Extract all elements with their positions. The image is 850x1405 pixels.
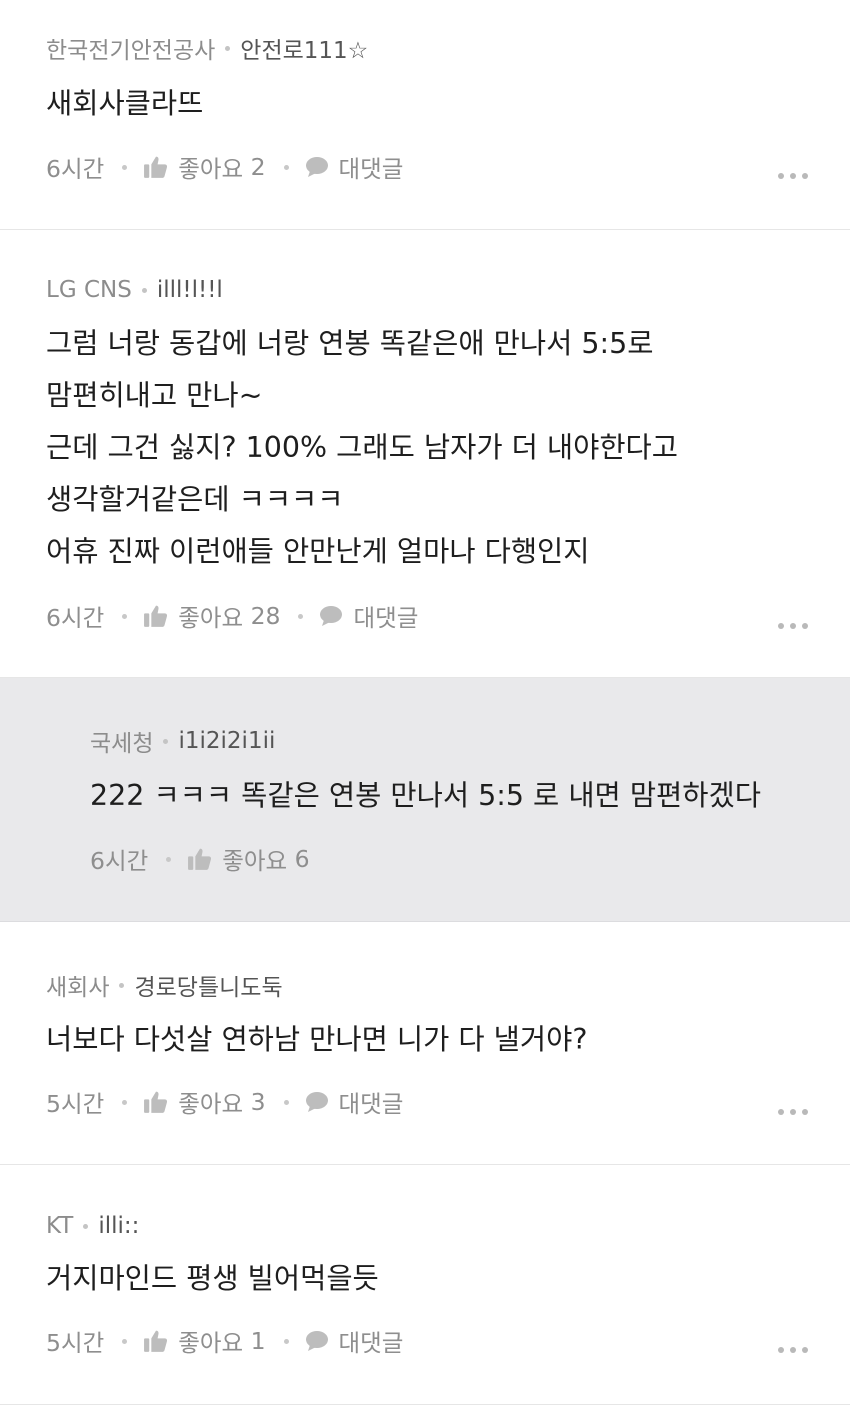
author-nickname[interactable]: illi:: [98, 1213, 139, 1239]
separator-dot [122, 164, 128, 170]
comment-time: 6시간 [46, 604, 105, 632]
more-options-button[interactable] [778, 623, 808, 629]
comment-actions: 6시간 좋아요 28 대댓글 [46, 599, 418, 633]
like-button[interactable]: 좋아요 6 [187, 842, 310, 876]
comment-actions: 5시간 좋아요 1 대댓글 [46, 1324, 403, 1358]
like-label: 좋아요 [178, 155, 244, 183]
comment-item: KT illi:: 거지마인드 평생 빌어먹을듯 5시간 좋아요 1 대댓글 [0, 1165, 850, 1405]
comment-line: 근데 그건 싫지? 100% 그래도 남자가 더 내야한다고 [46, 431, 678, 464]
comment-body: 새회사클라뜨 [46, 78, 203, 130]
comment-time: 5시간 [46, 1329, 105, 1357]
author-nickname[interactable]: 경로당틀니도둑 [134, 968, 282, 1002]
like-button[interactable]: 좋아요 28 [143, 599, 280, 633]
comment-line: 너보다 다섯살 연하남 만나면 니가 다 낼거야? [46, 1023, 588, 1056]
reply-label: 대댓글 [338, 155, 404, 183]
more-options-button[interactable] [778, 1347, 808, 1353]
speech-bubble-icon [305, 1092, 328, 1112]
more-options-button[interactable] [778, 1109, 808, 1115]
like-label: 좋아요 [178, 604, 244, 632]
separator-dot [122, 1099, 128, 1105]
comment-actions: 5시간 좋아요 3 대댓글 [46, 1085, 403, 1119]
thumbs-up-icon [144, 605, 168, 627]
comment-item: LG CNS illl!l!!l 그럼 너랑 동갑에 너랑 연봉 똑같은애 만나… [0, 230, 850, 678]
comment-body: 너보다 다섯살 연하남 만나면 니가 다 낼거야? [46, 1014, 587, 1066]
comment-author-line: 한국전기안전공사 안전로111☆ [46, 31, 368, 65]
comment-item: 한국전기안전공사 안전로111☆ 새회사클라뜨 6시간 좋아요 2 대댓글 [0, 0, 850, 230]
like-label: 좋아요 [178, 1329, 244, 1357]
separator-dot [225, 45, 231, 51]
separator-dot [283, 164, 289, 170]
reply-button[interactable]: 대댓글 [319, 599, 418, 633]
author-company[interactable]: 한국전기안전공사 [46, 31, 215, 65]
separator-dot [122, 613, 128, 619]
comment-body: 222 ㅋㅋㅋ 똑같은 연봉 만나서 5:5 로 내면 맘편하겠다 [90, 770, 761, 822]
like-button[interactable]: 좋아요 3 [143, 1085, 266, 1119]
comment-time: 6시간 [46, 155, 105, 183]
thumbs-up-icon [144, 1330, 168, 1352]
speech-bubble-icon [305, 1331, 328, 1351]
comment-time: 6시간 [90, 847, 149, 875]
author-company[interactable]: 국세청 [90, 724, 153, 758]
separator-dot [283, 1338, 289, 1344]
comment-author-line: KT illi:: [46, 1209, 139, 1243]
author-nickname[interactable]: illl!l!!l [157, 277, 223, 303]
comment-line: 생각할거같은데 ㅋㅋㅋㅋ [46, 483, 344, 516]
like-count: 6 [294, 845, 310, 873]
reply-label: 대댓글 [353, 604, 419, 632]
separator-dot [163, 738, 169, 744]
author-company[interactable]: LG CNS [46, 277, 132, 303]
speech-bubble-icon [305, 157, 328, 177]
comment-list: 한국전기안전공사 안전로111☆ 새회사클라뜨 6시간 좋아요 2 대댓글 LG… [0, 0, 850, 1405]
comment-author-line: 새회사 경로당틀니도둑 [46, 968, 283, 1002]
reply-label: 대댓글 [338, 1329, 404, 1357]
author-company[interactable]: KT [46, 1213, 73, 1239]
separator-dot [141, 287, 147, 293]
comment-line: 그럼 너랑 동갑에 너랑 연봉 똑같은애 만나서 5:5로 [46, 327, 654, 360]
thumbs-up-icon [188, 848, 212, 870]
reply-button[interactable]: 대댓글 [305, 1085, 404, 1119]
comment-actions: 6시간 좋아요 2 대댓글 [46, 150, 403, 184]
comment-body: 그럼 너랑 동갑에 너랑 연봉 똑같은애 만나서 5:5로 맘편히내고 만나~ … [46, 318, 678, 578]
like-count: 3 [250, 1088, 266, 1116]
author-company[interactable]: 새회사 [46, 968, 109, 1002]
separator-dot [83, 1223, 89, 1229]
reply-comment-item: 국세청 i1i2i2i1ii 222 ㅋㅋㅋ 똑같은 연봉 만나서 5:5 로 … [0, 678, 850, 922]
reply-button[interactable]: 대댓글 [305, 150, 404, 184]
author-nickname[interactable]: 안전로111☆ [240, 31, 368, 65]
separator-dot [166, 856, 172, 862]
comment-actions: 6시간 좋아요 6 [90, 842, 310, 876]
comment-author-line: 국세청 i1i2i2i1ii [90, 724, 275, 758]
comment-line: 222 ㅋㅋㅋ 똑같은 연봉 만나서 5:5 로 내면 맘편하겠다 [90, 779, 761, 812]
like-label: 좋아요 [222, 847, 288, 875]
like-count: 2 [250, 153, 266, 181]
comment-item: 새회사 경로당틀니도둑 너보다 다섯살 연하남 만나면 니가 다 낼거야? 5시… [0, 922, 850, 1165]
author-nickname[interactable]: i1i2i2i1ii [178, 728, 275, 754]
more-options-button[interactable] [778, 173, 808, 179]
comment-body: 거지마인드 평생 빌어먹을듯 [46, 1253, 379, 1305]
comment-author-line: LG CNS illl!l!!l [46, 273, 223, 307]
thumbs-up-icon [144, 156, 168, 178]
like-count: 1 [250, 1327, 266, 1355]
comment-line: 어휴 진짜 이런애들 안만난게 얼마나 다행인지 [46, 535, 590, 568]
comment-line: 거지마인드 평생 빌어먹을듯 [46, 1262, 379, 1295]
like-label: 좋아요 [178, 1090, 244, 1118]
comment-time: 5시간 [46, 1090, 105, 1118]
speech-bubble-icon [320, 606, 343, 626]
separator-dot [298, 613, 304, 619]
separator-dot [283, 1099, 289, 1105]
reply-button[interactable]: 대댓글 [305, 1324, 404, 1358]
like-button[interactable]: 좋아요 2 [143, 150, 266, 184]
reply-label: 대댓글 [338, 1090, 404, 1118]
comment-line: 맘편히내고 만나~ [46, 379, 263, 412]
comment-line: 새회사클라뜨 [46, 87, 204, 120]
separator-dot [119, 982, 125, 988]
thumbs-up-icon [144, 1091, 168, 1113]
like-count: 28 [250, 602, 281, 630]
separator-dot [122, 1338, 128, 1344]
like-button[interactable]: 좋아요 1 [143, 1324, 266, 1358]
